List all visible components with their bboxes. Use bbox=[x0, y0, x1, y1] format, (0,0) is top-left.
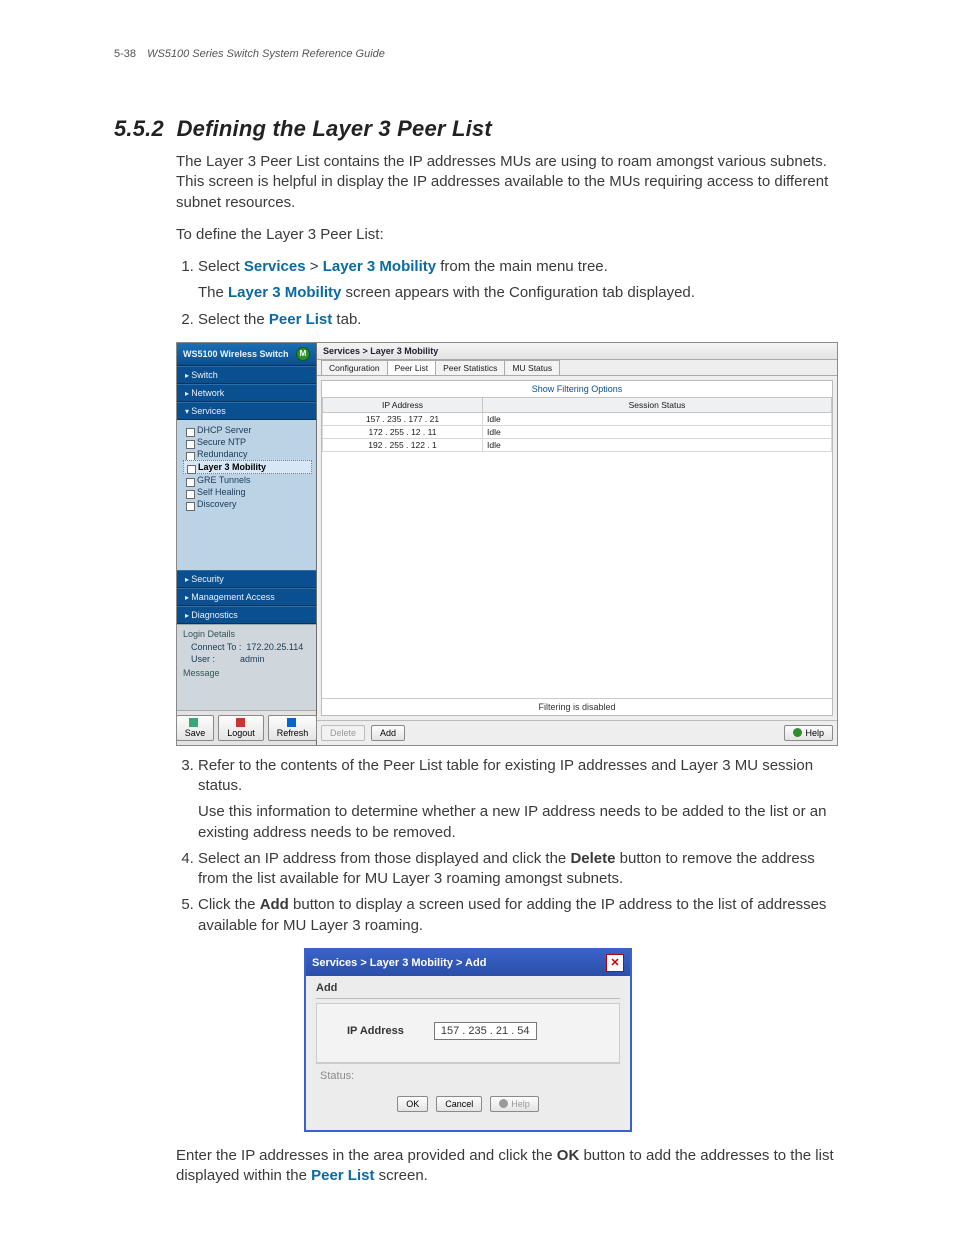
add-button[interactable]: Add bbox=[371, 725, 405, 741]
tab-bar: Configuration Peer List Peer Statistics … bbox=[317, 360, 837, 376]
app-title-bar: WS5100 Wireless Switch M bbox=[177, 343, 316, 366]
login-user: admin bbox=[240, 654, 265, 664]
tab-peer-list[interactable]: Peer List bbox=[387, 360, 437, 375]
col-ip[interactable]: IP Address bbox=[323, 397, 483, 412]
step-1: Select Services > Layer 3 Mobility from … bbox=[198, 257, 840, 304]
step-4: Select an IP address from those displaye… bbox=[198, 849, 840, 890]
dialog-buttons: OK Cancel Help bbox=[316, 1090, 620, 1122]
login-connect: 172.20.25.114 bbox=[246, 642, 303, 652]
col-session[interactable]: Session Status bbox=[483, 397, 832, 412]
tab-peer-stats[interactable]: Peer Statistics bbox=[435, 360, 505, 375]
cancel-button[interactable]: Cancel bbox=[436, 1096, 482, 1112]
steps-list: Select Services > Layer 3 Mobility from … bbox=[176, 257, 840, 330]
tree-selfheal[interactable]: Self Healing bbox=[183, 486, 312, 498]
doc-title: WS5100 Series Switch System Reference Gu… bbox=[147, 48, 385, 60]
screenshot-add-dialog: Services > Layer 3 Mobility > Add ✕ Add … bbox=[304, 948, 632, 1132]
grid-panel: Show Filtering Options IP Address Sessio… bbox=[321, 380, 833, 716]
nav-switch[interactable]: Switch bbox=[177, 366, 316, 384]
filter-status: Filtering is disabled bbox=[322, 698, 832, 715]
nav-diag[interactable]: Diagnostics bbox=[177, 606, 316, 624]
services-tree: DHCP Server Secure NTP Redundancy Layer … bbox=[177, 420, 316, 570]
tree-l3mobility[interactable]: Layer 3 Mobility bbox=[183, 460, 312, 474]
section-number: 5.5.2 bbox=[114, 116, 164, 141]
login-details: Login Details Connect To : 172.20.25.114… bbox=[177, 624, 316, 710]
tree-discovery[interactable]: Discovery bbox=[183, 498, 312, 510]
ok-button[interactable]: OK bbox=[397, 1096, 428, 1112]
step-3-sub: Use this information to determine whethe… bbox=[198, 802, 840, 843]
dialog-title: Services > Layer 3 Mobility > Add bbox=[312, 957, 486, 969]
step-2: Select the Peer List tab. bbox=[198, 310, 840, 330]
kw-l3m: Layer 3 Mobility bbox=[323, 258, 436, 275]
dialog-help-button[interactable]: Help bbox=[490, 1096, 539, 1112]
help-button[interactable]: Help bbox=[784, 725, 833, 741]
login-message: Message bbox=[183, 668, 310, 678]
show-filtering-link[interactable]: Show Filtering Options bbox=[322, 381, 832, 397]
tree-gre[interactable]: GRE Tunnels bbox=[183, 474, 312, 486]
table-row[interactable]: 172 . 255 . 12 . 11Idle bbox=[323, 425, 832, 438]
main-pane: Services > Layer 3 Mobility Configuratio… bbox=[317, 343, 837, 745]
tab-mu-status[interactable]: MU Status bbox=[504, 360, 560, 375]
tree-dhcp[interactable]: DHCP Server bbox=[183, 424, 312, 436]
lead-line: To define the Layer 3 Peer List: bbox=[176, 225, 840, 245]
kw-add: Add bbox=[260, 896, 289, 913]
close-icon[interactable]: ✕ bbox=[606, 954, 624, 972]
save-icon bbox=[189, 718, 198, 727]
section-title: Defining the Layer 3 Peer List bbox=[177, 116, 492, 141]
table-row[interactable]: 157 . 235 . 177 . 21Idle bbox=[323, 412, 832, 425]
table-row[interactable]: 192 . 255 . 122 . 1Idle bbox=[323, 438, 832, 451]
breadcrumb: Services > Layer 3 Mobility bbox=[317, 343, 837, 360]
kw-peerlist2: Peer List bbox=[311, 1167, 374, 1184]
tab-configuration[interactable]: Configuration bbox=[321, 360, 388, 375]
refresh-button[interactable]: Refresh bbox=[268, 715, 318, 741]
kw-services: Services bbox=[244, 258, 306, 275]
nav-services[interactable]: Services bbox=[177, 402, 316, 420]
login-heading: Login Details bbox=[183, 629, 310, 639]
tree-redundancy[interactable]: Redundancy bbox=[183, 448, 312, 460]
sidebar-button-bar: Save Logout Refresh bbox=[177, 710, 316, 745]
kw-peerlist: Peer List bbox=[269, 311, 332, 328]
screenshot-peer-list: WS5100 Wireless Switch M Switch Network … bbox=[176, 342, 838, 746]
logout-icon bbox=[236, 718, 245, 727]
dialog-status: Status: bbox=[316, 1063, 620, 1090]
logout-button[interactable]: Logout bbox=[218, 715, 264, 741]
dialog-title-bar: Services > Layer 3 Mobility > Add ✕ bbox=[306, 950, 630, 976]
page-number: 5-38 bbox=[114, 48, 144, 60]
ip-label: IP Address bbox=[347, 1025, 404, 1037]
section-heading: 5.5.2 Defining the Layer 3 Peer List bbox=[114, 116, 840, 142]
steps-list-cont: Refer to the contents of the Peer List t… bbox=[176, 756, 840, 936]
step-3: Refer to the contents of the Peer List t… bbox=[198, 756, 840, 843]
nav-security[interactable]: Security bbox=[177, 570, 316, 588]
intro-paragraph: The Layer 3 Peer List contains the IP ad… bbox=[176, 152, 840, 213]
nav-network[interactable]: Network bbox=[177, 384, 316, 402]
closing-paragraph: Enter the IP addresses in the area provi… bbox=[176, 1146, 840, 1187]
kw-delete: Delete bbox=[570, 850, 615, 867]
kw-ok: OK bbox=[557, 1147, 580, 1164]
sidebar: WS5100 Wireless Switch M Switch Network … bbox=[177, 343, 317, 745]
nav-mgmt[interactable]: Management Access bbox=[177, 588, 316, 606]
save-button[interactable]: Save bbox=[176, 715, 215, 741]
delete-button[interactable]: Delete bbox=[321, 725, 365, 741]
dialog-heading: Add bbox=[316, 982, 620, 999]
page-header: 5-38 WS5100 Series Switch System Referen… bbox=[114, 48, 840, 60]
ip-input[interactable]: 157 . 235 . 21 . 54 bbox=[434, 1022, 537, 1040]
step-5: Click the Add button to display a screen… bbox=[198, 895, 840, 936]
peer-table: IP Address Session Status 157 . 235 . 17… bbox=[322, 397, 832, 452]
logo-icon: M bbox=[296, 347, 310, 361]
dialog-field-row: IP Address 157 . 235 . 21 . 54 bbox=[316, 1003, 620, 1063]
step-1-sub: The Layer 3 Mobility screen appears with… bbox=[198, 283, 840, 303]
refresh-icon bbox=[287, 718, 296, 727]
tree-ntp[interactable]: Secure NTP bbox=[183, 436, 312, 448]
app-title: WS5100 Wireless Switch bbox=[183, 349, 288, 359]
toolbar: Delete Add Help bbox=[317, 720, 837, 745]
